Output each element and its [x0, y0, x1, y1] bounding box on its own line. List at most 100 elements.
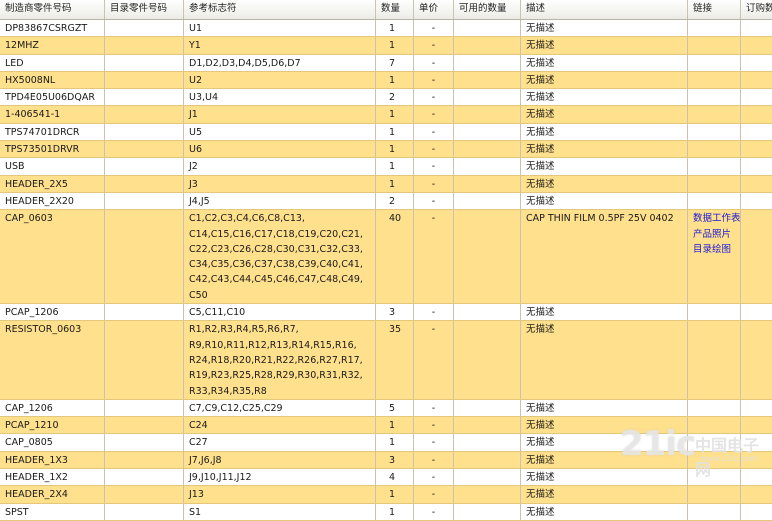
cell-links	[688, 192, 741, 210]
cell-qty: 1	[376, 37, 414, 54]
cell-mpn: PCAP_1206	[0, 304, 105, 321]
datasheet-link[interactable]: 产品照片	[693, 227, 735, 242]
table-row[interactable]: PCAP_1206 C5,C11,C10 3- 无描述	[0, 304, 772, 322]
cell-price: -	[414, 37, 454, 54]
cell-links: 数据工作表 产品照片 目录绘图	[688, 210, 741, 304]
cell-qty: 1	[376, 106, 414, 123]
refdes-line: C1,C2,C3,C4,C6,C8,C13,	[189, 213, 305, 225]
cell-available	[454, 486, 521, 503]
cell-mpn: 12MHZ	[0, 37, 105, 54]
cell-catalog	[105, 20, 184, 37]
table-row[interactable]: TPS74701DRCR U5 1- 无描述	[0, 123, 772, 142]
col-header-price[interactable]: 单价	[414, 0, 454, 19]
cell-available	[454, 321, 521, 399]
col-header-catalog[interactable]: 目录零件号码	[105, 0, 184, 19]
cell-qty: 1	[376, 503, 414, 520]
cell-links	[688, 20, 741, 37]
table-row[interactable]: HEADER_1X3 J7,J6,J8 3- 无描述	[0, 451, 772, 470]
cell-mpn: HEADER_1X3	[0, 451, 105, 469]
table-row[interactable]: PCAP_1210 C24 1- 无描述	[0, 417, 772, 435]
refdes-line: S1	[189, 506, 202, 518]
cell-catalog	[105, 503, 184, 520]
cell-description: 无描述	[521, 192, 688, 210]
cell-refdes: J13	[184, 486, 376, 503]
cell-qty: 5	[376, 399, 414, 417]
cell-refdes: J3	[184, 175, 376, 192]
refdes-line: J7,J6,J8	[189, 454, 222, 466]
bom-table: 制造商零件号码 目录零件号码 参考标志符 数量 单价 可用的数量 描述 链接 订…	[0, 0, 772, 521]
cell-qty: 1	[376, 158, 414, 175]
col-header-order-qty[interactable]: 订购数量	[741, 0, 772, 19]
cell-catalog	[105, 71, 184, 89]
cell-mpn: TPS73501DRVR	[0, 141, 105, 158]
col-header-links[interactable]: 链接	[688, 0, 741, 19]
table-row[interactable]: 12MHZ Y1 1- 无描述	[0, 37, 772, 55]
refdes-line: J4,J5	[189, 195, 210, 207]
col-header-refdes[interactable]: 参考标志符	[184, 0, 376, 19]
table-row[interactable]: USB J2 1- 无描述	[0, 158, 772, 176]
table-row[interactable]: 1-406541-1 J1 1- 无描述	[0, 106, 772, 124]
cell-links	[688, 304, 741, 321]
refdes-line: C24	[189, 420, 208, 432]
table-row[interactable]: HEADER_2X4 J13 1- 无描述	[0, 486, 772, 504]
table-row[interactable]: CAP_1206 C7,C9,C12,C25,C29 5- 无描述	[0, 399, 772, 418]
cell-links	[688, 158, 741, 175]
cell-refdes: Y1	[184, 37, 376, 54]
cell-price: -	[414, 123, 454, 141]
cell-description: 无描述	[521, 123, 688, 141]
col-header-description[interactable]: 描述	[521, 0, 688, 19]
table-row[interactable]: HX5008NL U2 1- 无描述	[0, 71, 772, 90]
cell-description: 无描述	[521, 54, 688, 71]
cell-qty: 1	[376, 141, 414, 158]
cell-available	[454, 54, 521, 71]
cell-available	[454, 123, 521, 141]
refdes-line: C50	[189, 289, 208, 301]
table-row[interactable]: HEADER_2X5 J3 1- 无描述	[0, 175, 772, 193]
col-header-available[interactable]: 可用的数量	[454, 0, 521, 19]
cell-qty: 40	[376, 210, 414, 304]
cell-order-qty	[741, 469, 772, 485]
datasheet-link[interactable]: 数据工作表	[693, 211, 740, 226]
cell-order-qty	[741, 176, 772, 192]
cell-order-qty	[741, 434, 772, 450]
cell-refdes: S1	[184, 503, 376, 520]
col-header-qty[interactable]: 数量	[376, 0, 414, 19]
col-header-mpn[interactable]: 制造商零件号码	[0, 0, 105, 19]
cell-available	[454, 399, 521, 417]
cell-price: -	[414, 451, 454, 469]
cell-order-qty	[741, 210, 772, 303]
table-row[interactable]: DP83867CSRGZT U1 1- 无描述	[0, 20, 772, 38]
cell-qty: 1	[376, 123, 414, 141]
cell-available	[454, 89, 521, 106]
table-row[interactable]: LED D1,D2,D3,D4,D5,D6,D7 7- 无描述	[0, 54, 772, 72]
cell-price: -	[414, 20, 454, 37]
datasheet-link[interactable]: 目录绘图	[693, 242, 735, 257]
table-row[interactable]: TPD4E05U06DQAR U3,U4 2- 无描述	[0, 89, 772, 107]
cell-links	[688, 399, 741, 417]
cell-refdes: C27	[184, 434, 376, 451]
cell-refdes: C24	[184, 417, 376, 434]
table-row[interactable]: HEADER_2X20 J4,J5 2- 无描述	[0, 192, 772, 211]
cell-links	[688, 486, 741, 503]
table-row[interactable]: CAP_0603 C1,C2,C3,C4,C6,C8,C13, C14,C15,C1…	[0, 210, 772, 305]
table-row[interactable]: TPS73501DRVR U6 1- 无描述	[0, 141, 772, 159]
cell-price: -	[414, 486, 454, 503]
cell-catalog	[105, 469, 184, 486]
table-row[interactable]: HEADER_1X2 J9,J10,J11,J12 4- 无描述	[0, 469, 772, 487]
cell-qty: 2	[376, 192, 414, 210]
table-row[interactable]: RESISTOR_0603 R1,R2,R3,R4,R5,R6,R7, R9,R10…	[0, 321, 772, 400]
cell-description: 无描述	[521, 89, 688, 106]
cell-links	[688, 469, 741, 486]
cell-mpn: HEADER_2X20	[0, 192, 105, 210]
table-row[interactable]: SPST S1 1- 无描述	[0, 503, 772, 521]
cell-qty: 35	[376, 321, 414, 399]
cell-refdes: U3,U4	[184, 89, 376, 106]
cell-catalog	[105, 486, 184, 503]
cell-catalog	[105, 175, 184, 192]
cell-refdes: J4,J5	[184, 192, 376, 210]
table-row[interactable]: CAP_0805 C27 1- 无描述	[0, 434, 772, 452]
refdes-line: J13	[189, 489, 204, 501]
cell-price: -	[414, 503, 454, 520]
refdes-line: U3,U4	[189, 92, 219, 104]
cell-links	[688, 89, 741, 106]
